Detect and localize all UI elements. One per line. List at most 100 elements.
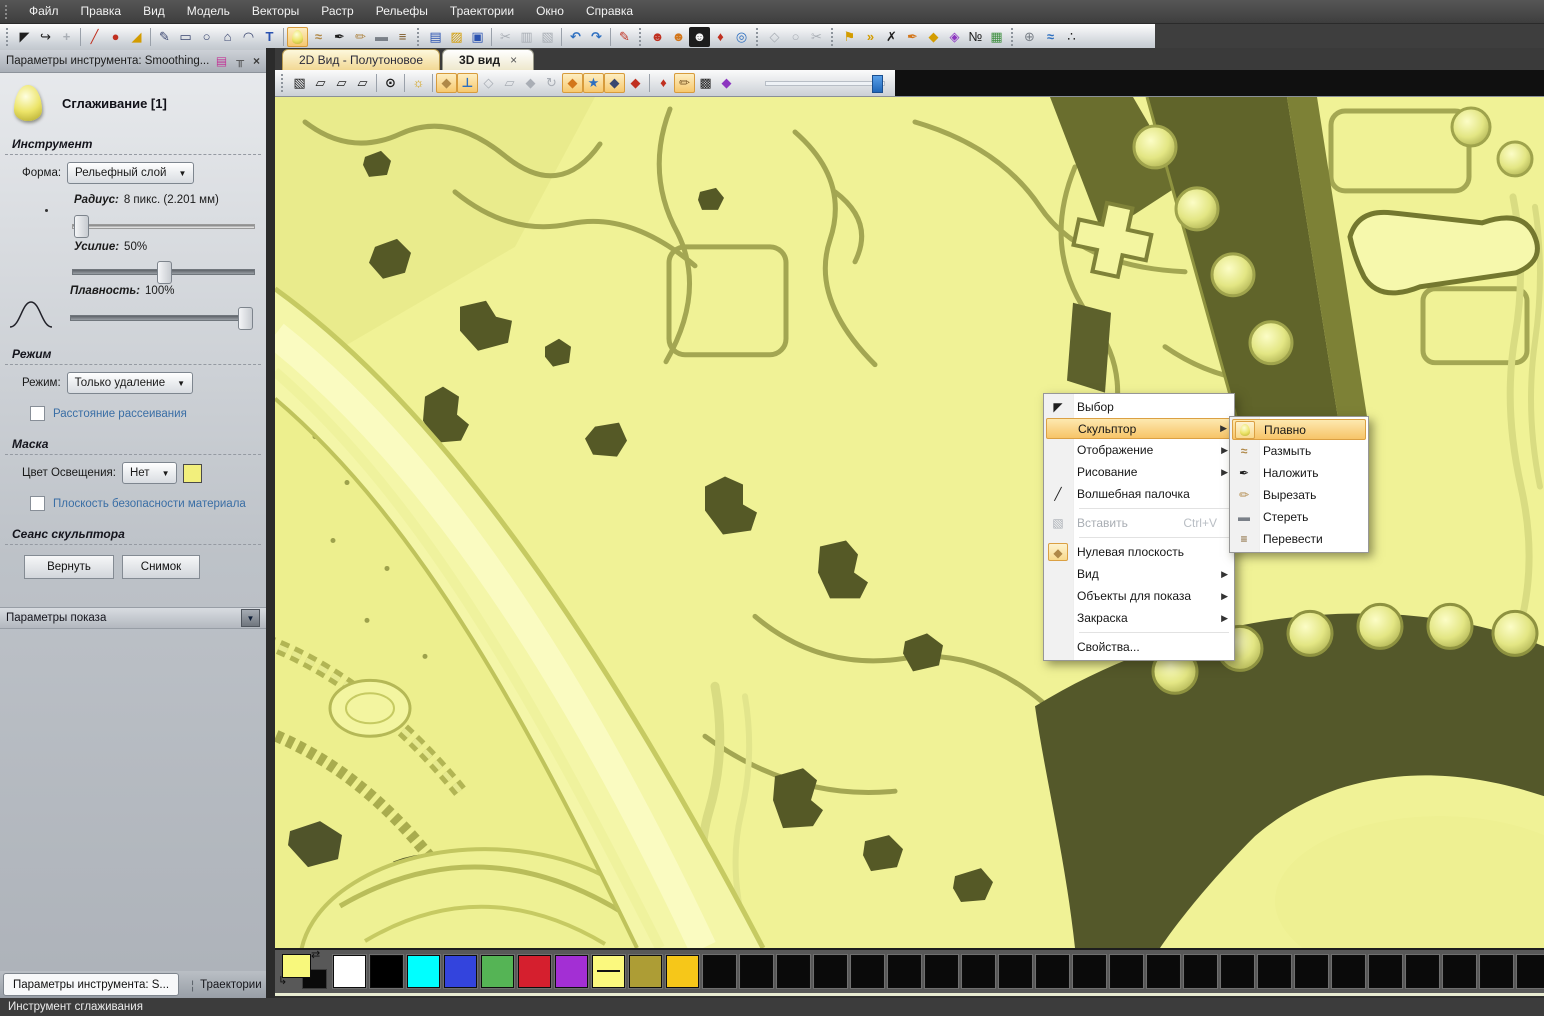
display-params-header[interactable]: Параметры показа ▼ — [0, 607, 266, 629]
toolbar-separator[interactable] — [404, 74, 405, 92]
palette-swatch[interactable] — [517, 954, 552, 989]
notes-icon[interactable]: ✎ — [614, 27, 635, 47]
palette-swatch[interactable] — [776, 954, 811, 989]
paint-sphere-icon[interactable]: ● — [105, 27, 126, 47]
submenu-item-smooth[interactable]: Плавно — [1232, 419, 1366, 440]
toolbar-grip[interactable] — [5, 4, 13, 19]
palette-swatch[interactable] — [998, 954, 1033, 989]
new-model-icon[interactable]: ▤ — [425, 27, 446, 47]
palette-swatch[interactable] — [554, 954, 589, 989]
menubar-item[interactable]: Модель — [176, 0, 241, 23]
plane-color-icon[interactable]: ◆ — [562, 73, 583, 93]
vector-trim-icon[interactable]: ○ — [785, 27, 806, 47]
relief-sphere-icon[interactable]: ◎ — [731, 27, 752, 47]
palette-swatch[interactable] — [1479, 954, 1514, 989]
light-color-select[interactable]: Нет ▼ — [121, 462, 178, 484]
menu-item-view[interactable]: Вид ▶ — [1046, 563, 1232, 585]
submenu-item-carve[interactable]: ✏ Вырезать — [1232, 484, 1366, 506]
open-model-icon[interactable]: ▨ — [446, 27, 467, 47]
palette-swatch[interactable] — [1146, 954, 1181, 989]
palette-swatch[interactable] — [443, 954, 478, 989]
palette-swatch[interactable] — [1442, 954, 1477, 989]
help-book-icon[interactable]: ▤ — [216, 54, 227, 68]
menu-item-shading[interactable]: Закраска ▶ — [1046, 607, 1232, 629]
paint-brush-icon[interactable]: ✏ — [674, 73, 695, 93]
toolbar-separator[interactable] — [150, 28, 151, 46]
toolbar-separator[interactable] — [283, 28, 284, 46]
zoom-slider[interactable] — [765, 74, 885, 93]
position-number-icon[interactable]: № — [965, 27, 986, 47]
sculpt-translate-icon[interactable]: ≡ — [392, 27, 413, 47]
menu-item-zero-plane[interactable]: ◆ Нулевая плоскость — [1046, 541, 1232, 563]
palette-swatch[interactable] — [406, 954, 441, 989]
submenu-item-translate[interactable]: ≡ Перевести — [1232, 528, 1366, 550]
toolpath-points-icon[interactable]: ∴ — [1061, 27, 1082, 47]
diamond-red-icon[interactable]: ◆ — [625, 73, 646, 93]
scatter-distance-checkbox[interactable] — [30, 406, 45, 421]
create-arc-icon[interactable]: ◠ — [238, 27, 259, 47]
tab-3d-view[interactable]: 3D вид × — [442, 49, 535, 70]
toolbar-grip[interactable] — [831, 28, 835, 46]
palette-swatch[interactable] — [1183, 954, 1218, 989]
shape-select[interactable]: Рельефный слой ▼ — [67, 162, 195, 184]
menubar-item[interactable]: Файл — [18, 0, 70, 23]
toolbar-grip[interactable] — [6, 28, 10, 46]
menubar-item[interactable]: Вид — [132, 0, 176, 23]
palette-swatch[interactable] — [369, 954, 404, 989]
toolbar-separator[interactable] — [649, 74, 650, 92]
close-panel-icon[interactable]: × — [253, 54, 260, 68]
create-circle-icon[interactable]: ○ — [196, 27, 217, 47]
menu-item-objects-to-show[interactable]: Объекты для показа ▶ — [1046, 585, 1232, 607]
smoothness-slider-handle[interactable] — [238, 307, 253, 330]
undo-icon[interactable]: ↶ — [565, 27, 586, 47]
panel-header[interactable]: Параметры инструмента: Smoothing... ▤ ╥ … — [0, 50, 266, 73]
create-text-icon[interactable]: T — [259, 27, 280, 47]
palette-swatch[interactable] — [702, 954, 737, 989]
ruler-icon[interactable]: ◢ — [126, 27, 147, 47]
waves-icon[interactable]: ≈ — [1040, 27, 1061, 47]
revert-button[interactable]: Вернуть — [24, 555, 114, 579]
toolbar-separator[interactable] — [376, 74, 377, 92]
edit-nodes-icon[interactable]: + — [56, 27, 77, 47]
palette-swatch[interactable] — [1220, 954, 1255, 989]
strength-slider-handle[interactable] — [157, 261, 172, 284]
palette-swatch[interactable] — [850, 954, 885, 989]
palette-swatch[interactable] — [628, 954, 663, 989]
spin-icon[interactable]: ↻ — [541, 73, 562, 93]
shade-plane-icon[interactable]: ◆ — [520, 73, 541, 93]
view-side-icon[interactable]: ▱ — [331, 73, 352, 93]
menu-separator[interactable] — [1079, 508, 1229, 509]
menu-item-display[interactable]: Отображение ▶ — [1046, 439, 1232, 461]
toolbar-grip[interactable] — [1011, 28, 1015, 46]
mode-select[interactable]: Только удаление ▼ — [66, 372, 194, 394]
save-model-icon[interactable]: ▣ — [467, 27, 488, 47]
relief-invert-icon[interactable]: ☻ — [689, 27, 710, 47]
menu-item-select[interactable]: ◤ Выбор — [1046, 396, 1232, 418]
submenu-item-smudge[interactable]: ≈ Размыть — [1232, 440, 1366, 462]
vector-weld-icon[interactable]: ✂ — [806, 27, 827, 47]
transform-icon[interactable]: ↪ — [35, 27, 56, 47]
radius-slider-handle[interactable] — [74, 215, 89, 238]
palette-swatch[interactable] — [1072, 954, 1107, 989]
menu-item-magic-wand[interactable]: ╱ Волшебная палочка — [1046, 483, 1232, 505]
menubar-item[interactable]: Правка — [70, 0, 133, 23]
pin-icon[interactable]: ╥ — [236, 55, 244, 67]
create-polygon-icon[interactable]: ⌂ — [217, 27, 238, 47]
flag-icon[interactable]: ⚑ — [839, 27, 860, 47]
star-icon[interactable]: ★ — [583, 73, 604, 93]
toolbar-separator[interactable] — [610, 28, 611, 46]
relief-paste-icon[interactable]: ☻ — [647, 27, 668, 47]
fold-relief-icon[interactable]: ◆ — [923, 27, 944, 47]
menu-item-drawing[interactable]: Рисование ▶ — [1046, 461, 1232, 483]
smoothness-slider[interactable] — [70, 307, 253, 330]
mask-color-swatch[interactable] — [183, 463, 203, 483]
cut-icon[interactable]: ✂ — [495, 27, 516, 47]
slice-icon[interactable]: ▱ — [499, 73, 520, 93]
snapshot-button[interactable]: Снимок — [122, 555, 200, 579]
strength-slider[interactable] — [72, 261, 255, 284]
menu-item-sculptor[interactable]: Скульптор ▶ — [1046, 418, 1232, 439]
create-polyline-icon[interactable]: ✎ — [154, 27, 175, 47]
sculpt-smudge-icon[interactable]: ≈ — [308, 27, 329, 47]
drape-icon[interactable]: ◇ — [478, 73, 499, 93]
toolbar-separator[interactable] — [432, 74, 433, 92]
